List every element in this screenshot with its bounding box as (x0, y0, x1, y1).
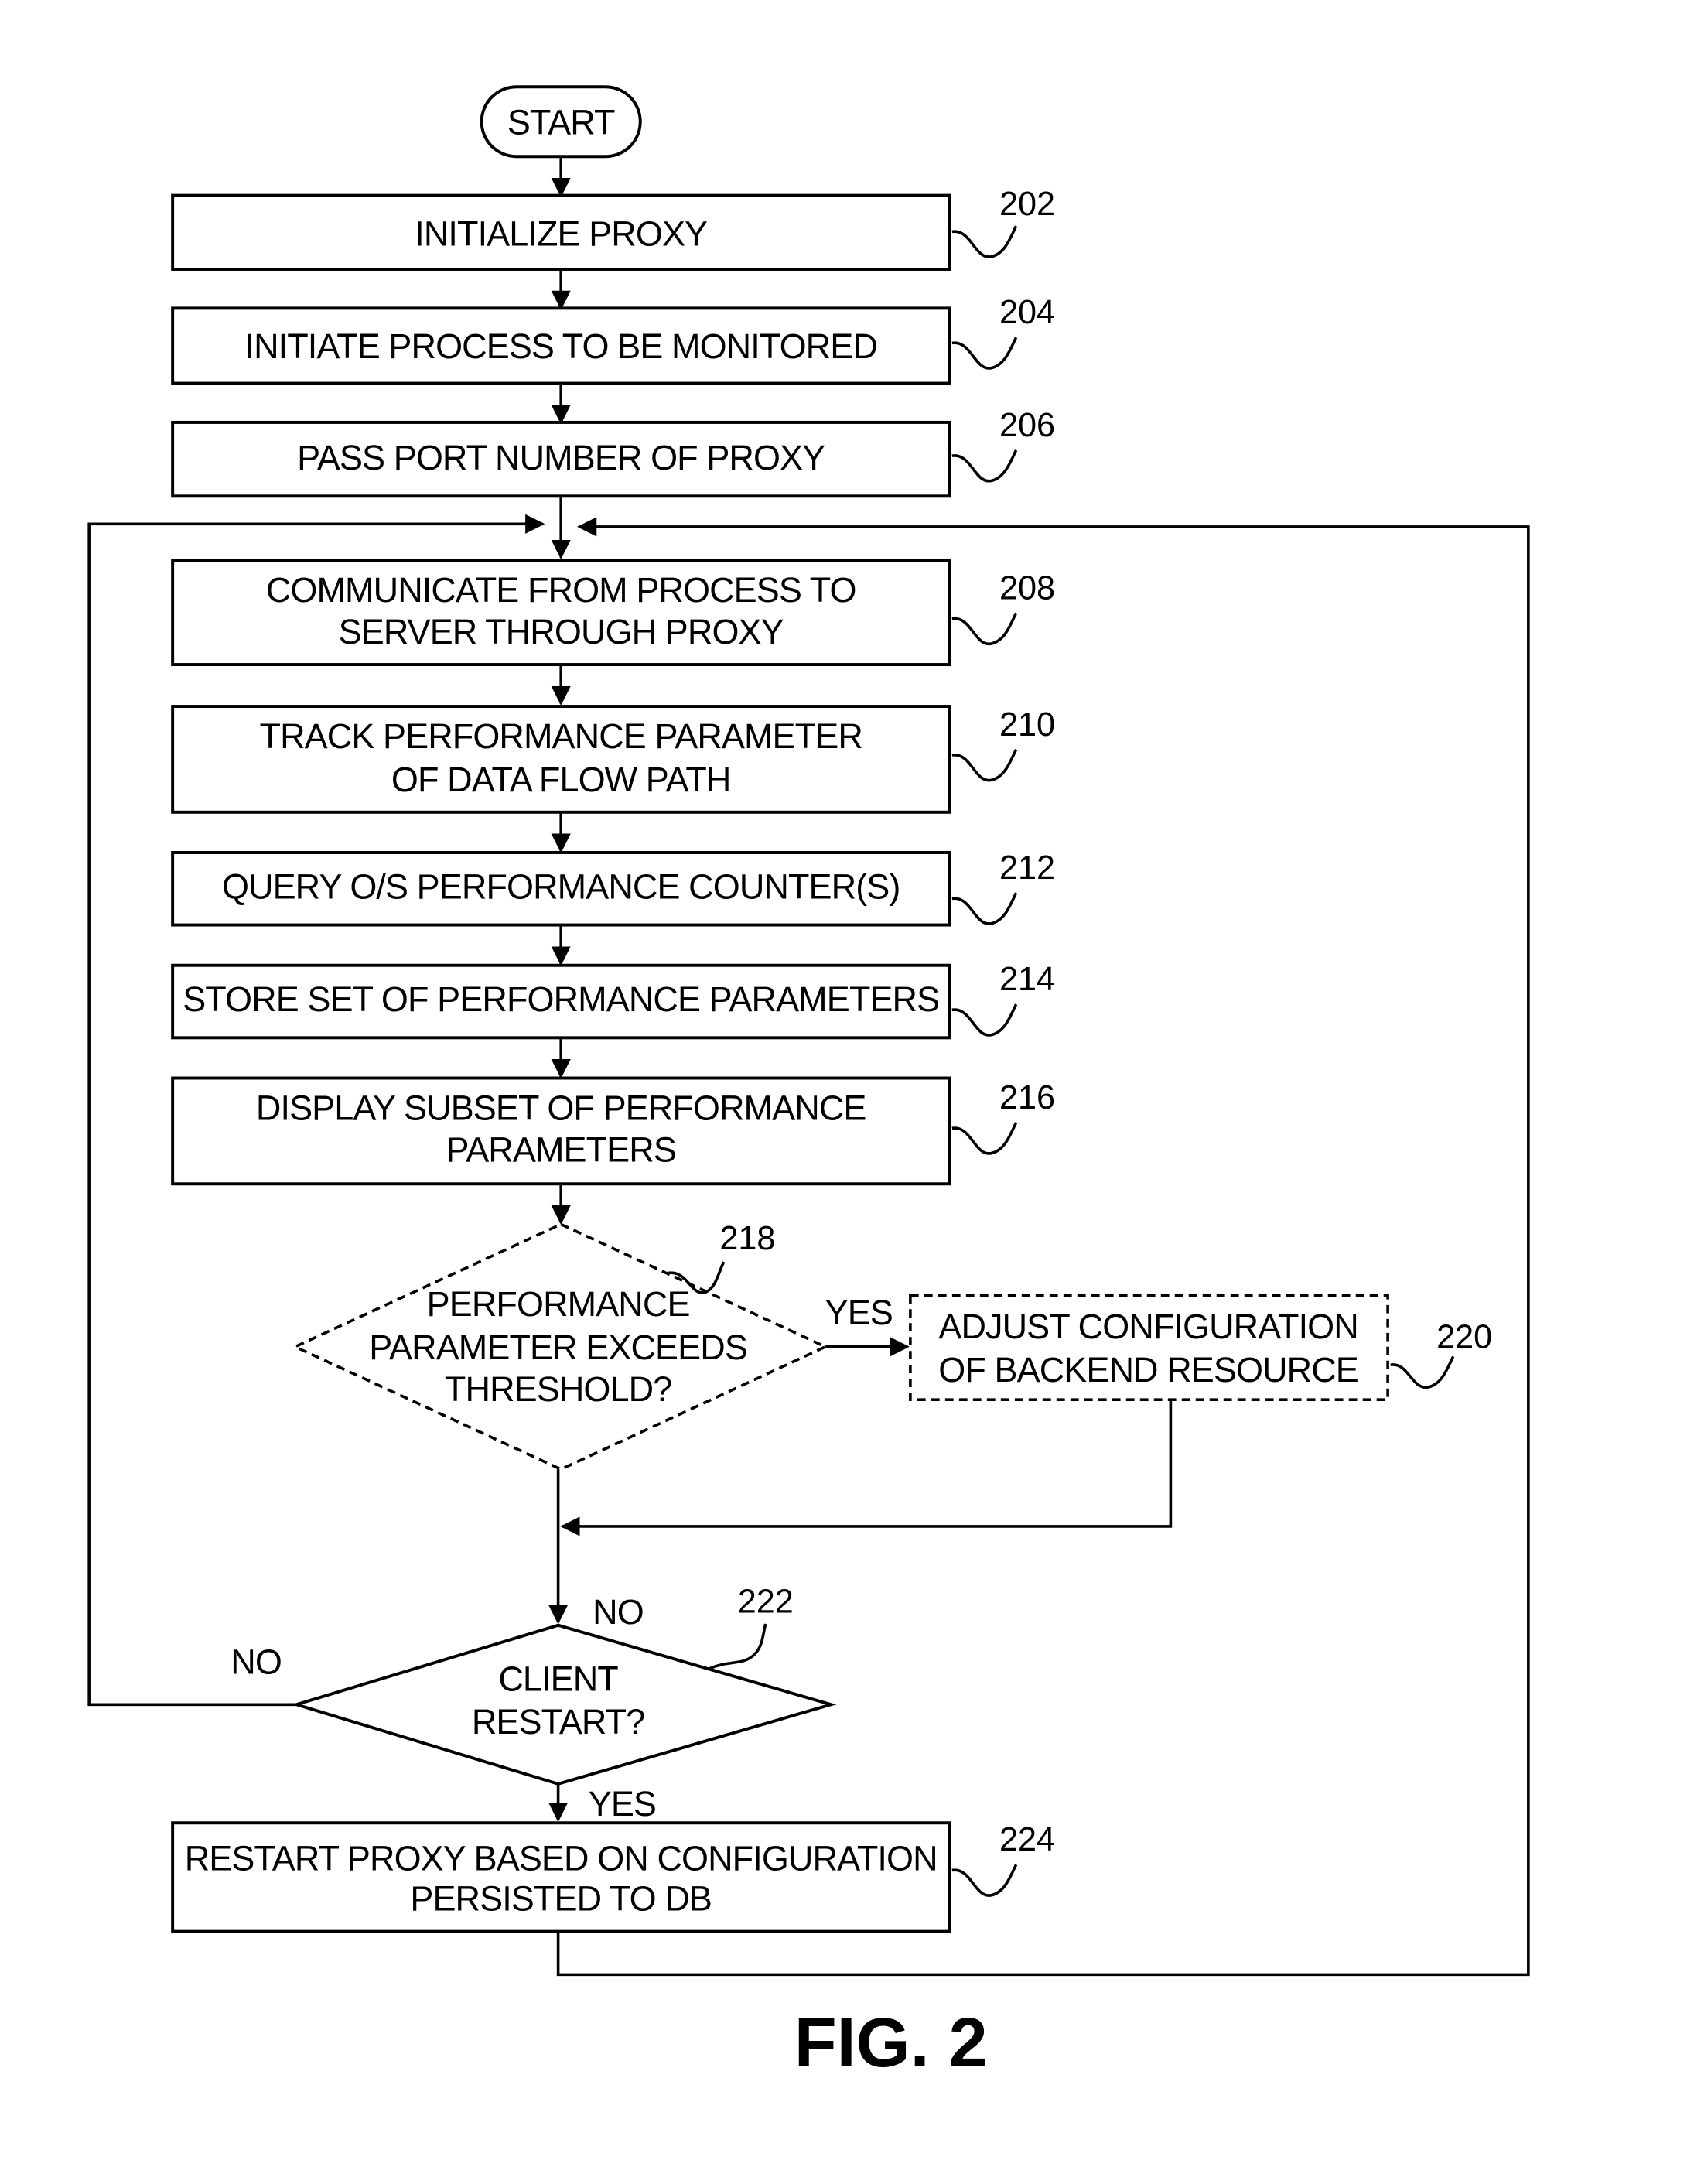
decision-222-text-line1: CLIENT (498, 1659, 618, 1698)
start-label: START (507, 102, 615, 142)
step-224-text-line1: RESTART PROXY BASED ON CONFIGURATION (185, 1838, 938, 1878)
ref-220: 220 (1390, 1319, 1492, 1389)
ref-208: 208 (951, 569, 1055, 645)
start-terminator: START (480, 85, 642, 159)
ref-220-leader (1390, 1355, 1455, 1389)
decision-218-yes-label: YES (825, 1293, 893, 1332)
ref-206-label: 206 (999, 407, 1055, 444)
decision-218: PERFORMANCE PARAMETER EXCEEDS THRESHOLD? (292, 1222, 829, 1471)
step-202: INITIALIZE PROXY (171, 193, 951, 271)
ref-222-label: 222 (738, 1584, 794, 1621)
step-206-text: PASS PORT NUMBER OF PROXY (297, 438, 825, 477)
ref-208-leader (951, 612, 1018, 645)
step-210-text-line2: OF DATA FLOW PATH (391, 760, 731, 799)
decision-222-no-label-top: NO (593, 1592, 644, 1632)
ref-210-label: 210 (999, 706, 1055, 743)
decision-222-text-line2: RESTART? (472, 1702, 645, 1741)
ref-206-leader (951, 449, 1018, 483)
step-220-text-line1: ADJUST CONFIGURATION (938, 1307, 1358, 1346)
ref-220-label: 220 (1436, 1319, 1492, 1356)
ref-210: 210 (951, 706, 1055, 782)
decision-222-yes-label: YES (589, 1784, 656, 1823)
ref-204: 204 (951, 294, 1055, 370)
decision-218-text-line3: THRESHOLD? (445, 1369, 671, 1409)
ref-216-label: 216 (999, 1079, 1055, 1116)
ref-210-leader (951, 749, 1018, 782)
ref-222: 222 (709, 1584, 794, 1670)
ref-214-label: 214 (999, 961, 1055, 998)
ref-224-leader (951, 1864, 1018, 1897)
decision-218-text-line2: PARAMETER EXCEEDS (369, 1328, 747, 1367)
step-214: STORE SET OF PERFORMANCE PARAMETERS (171, 963, 951, 1040)
decision-218-text-line1: PERFORMANCE (427, 1284, 690, 1324)
decision-222: CLIENT RESTART? (291, 1623, 837, 1786)
ref-216: 216 (951, 1079, 1055, 1155)
ref-224: 224 (951, 1821, 1055, 1897)
ref-204-leader (951, 337, 1018, 370)
ref-202: 202 (951, 186, 1055, 258)
decision-222-no-label-left: NO (231, 1642, 282, 1682)
ref-202-label: 202 (999, 186, 1055, 223)
ref-222-leader (709, 1623, 767, 1670)
step-204: INITIATE PROCESS TO BE MONITORED (171, 306, 951, 385)
ref-202-leader (951, 225, 1018, 258)
ref-214: 214 (951, 961, 1055, 1037)
ref-212: 212 (951, 849, 1055, 925)
step-202-text: INITIALIZE PROXY (415, 214, 707, 253)
ref-216-leader (951, 1122, 1018, 1155)
step-208: COMMUNICATE FROM PROCESS TO SERVER THROU… (171, 559, 951, 667)
step-212: QUERY O/S PERFORMANCE COUNTER(S) (171, 851, 951, 927)
step-216: DISPLAY SUBSET OF PERFORMANCE PARAMETERS (171, 1076, 951, 1186)
step-224: RESTART PROXY BASED ON CONFIGURATION PER… (171, 1821, 951, 1933)
flowchart: START INITIALIZE PROXY INITIATE PROCESS … (87, 85, 1530, 2082)
ref-218-label: 218 (719, 1220, 775, 1257)
step-220: ADJUST CONFIGURATION OF BACKEND RESOURCE (909, 1294, 1389, 1401)
step-216-text-line1: DISPLAY SUBSET OF PERFORMANCE (256, 1088, 866, 1127)
ref-214-leader (951, 1003, 1018, 1037)
step-212-text: QUERY O/S PERFORMANCE COUNTER(S) (222, 866, 900, 906)
ref-224-label: 224 (999, 1821, 1055, 1858)
ref-206: 206 (951, 407, 1055, 483)
ref-212-label: 212 (999, 849, 1055, 887)
ref-204-label: 204 (999, 294, 1055, 331)
step-208-text-line1: COMMUNICATE FROM PROCESS TO (266, 570, 856, 610)
step-220-text-line2: OF BACKEND RESOURCE (938, 1350, 1358, 1389)
step-204-text: INITIATE PROCESS TO BE MONITORED (244, 326, 876, 366)
step-208-text-line2: SERVER THROUGH PROXY (339, 612, 784, 651)
step-206: PASS PORT NUMBER OF PROXY (171, 420, 951, 498)
ref-208-label: 208 (999, 569, 1055, 607)
step-224-text-line2: PERSISTED TO DB (410, 1879, 712, 1919)
figure-caption: FIG. 2 (794, 2005, 988, 2082)
ref-212-leader (951, 892, 1018, 925)
step-210-text-line1: TRACK PERFORMANCE PARAMETER (260, 716, 862, 756)
step-216-text-line2: PARAMETERS (446, 1130, 676, 1169)
step-210: TRACK PERFORMANCE PARAMETER OF DATA FLOW… (171, 705, 951, 814)
step-214-text: STORE SET OF PERFORMANCE PARAMETERS (183, 979, 939, 1019)
